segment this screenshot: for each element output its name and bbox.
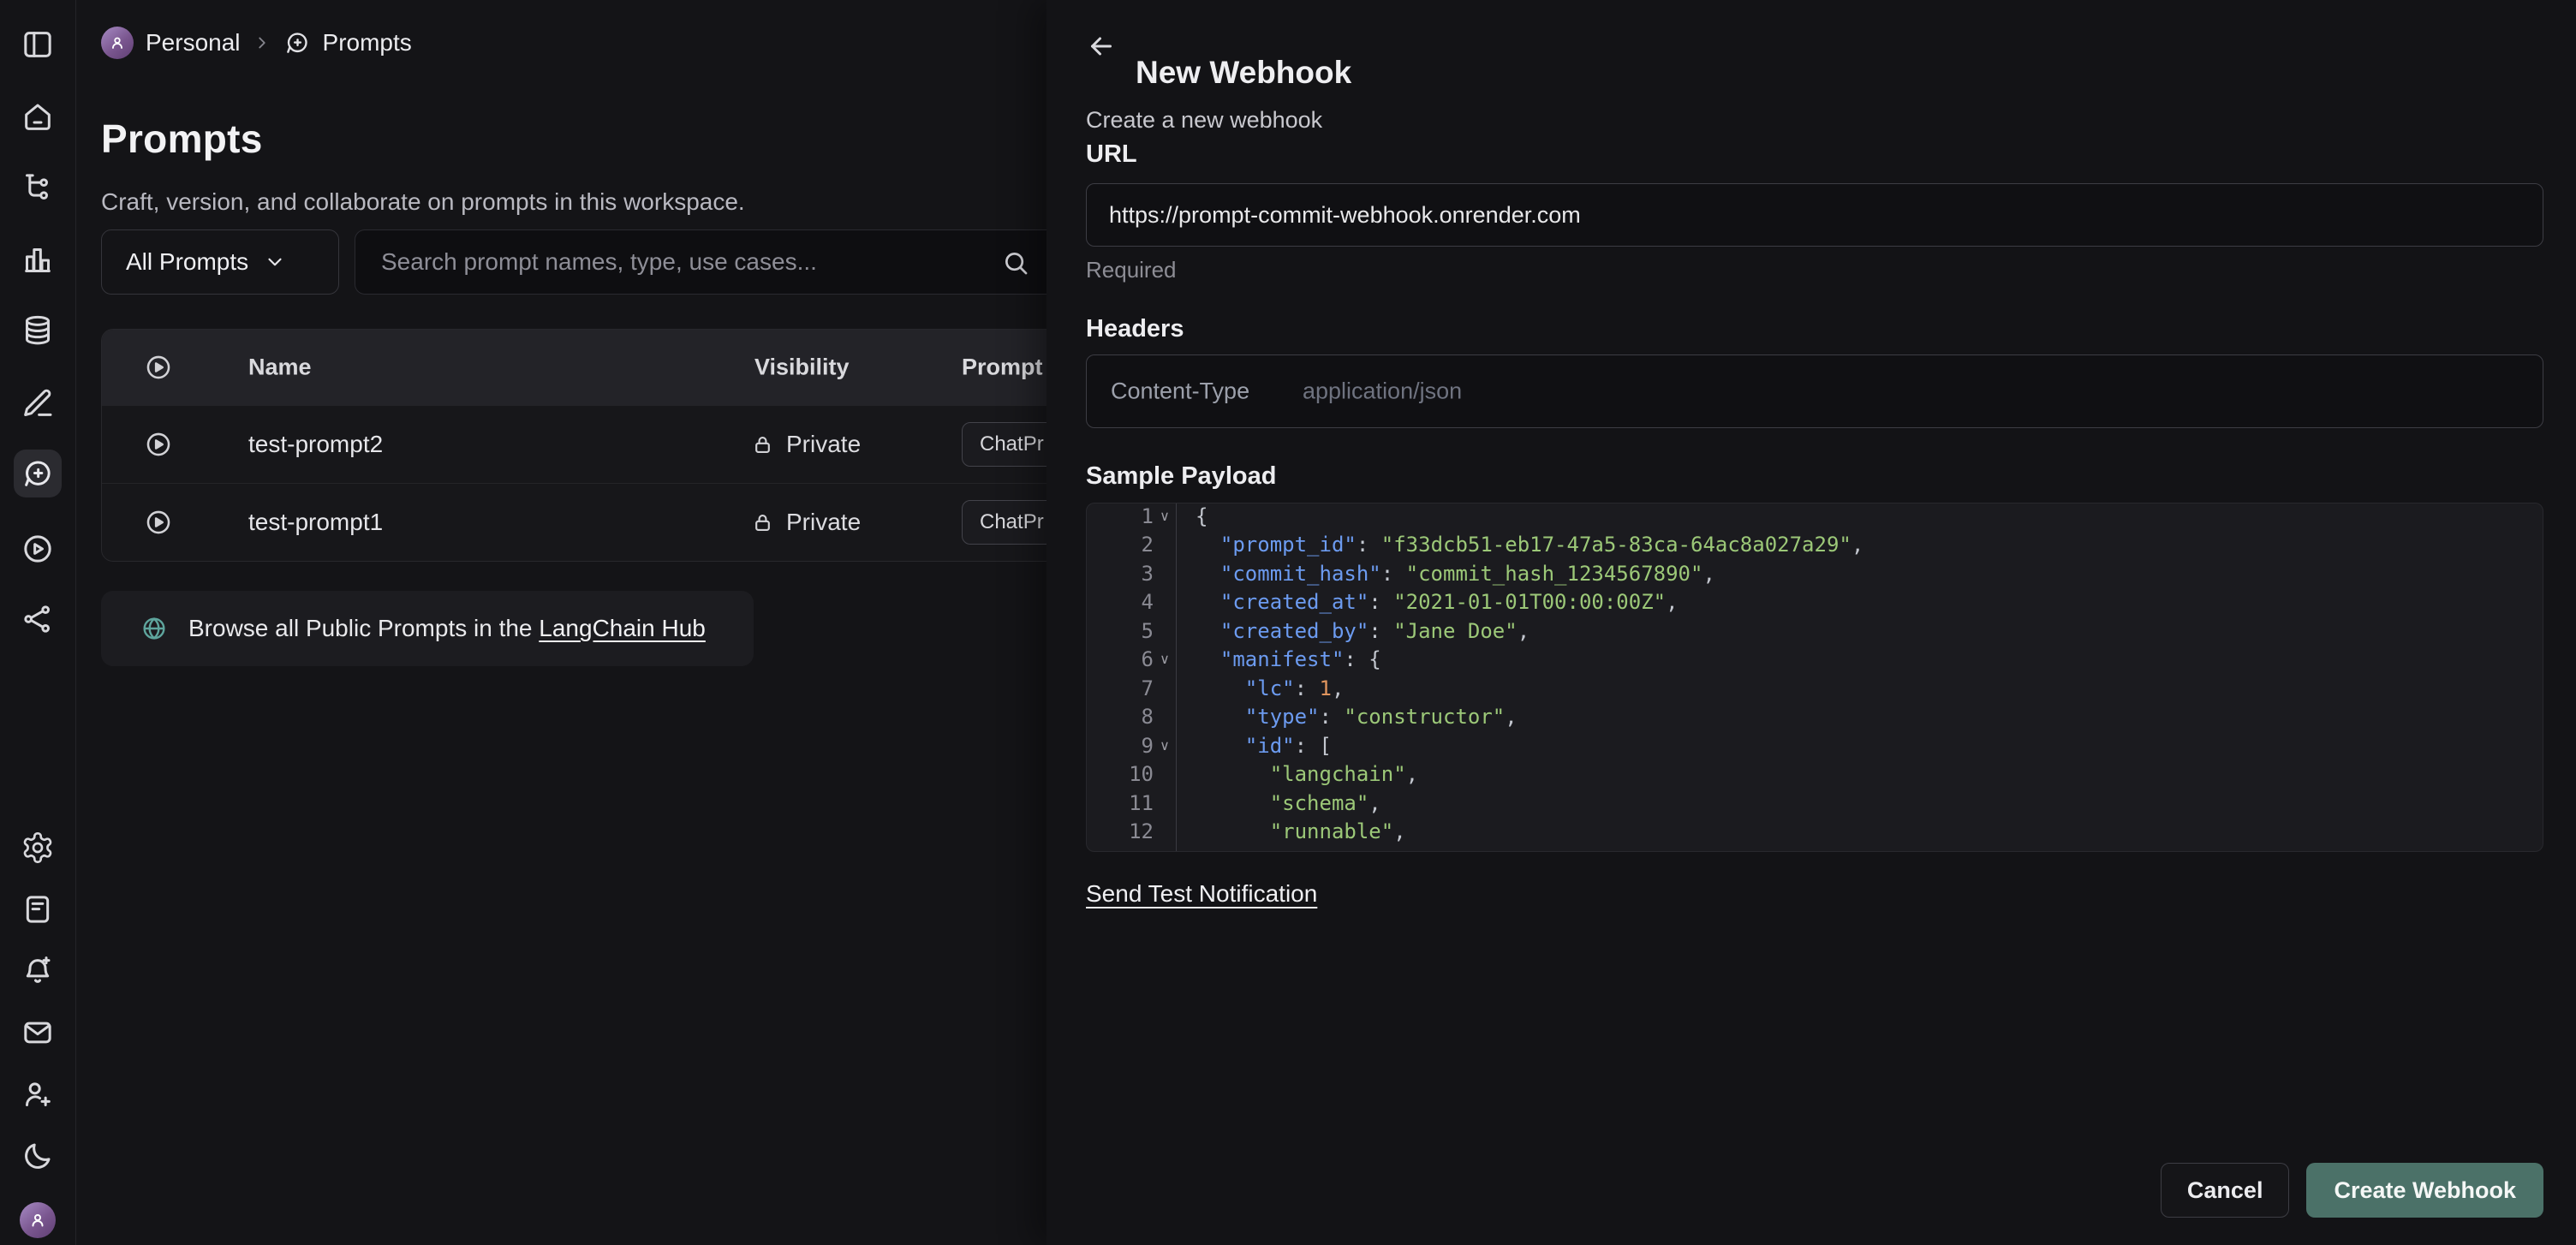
- page-title: Prompts: [101, 116, 263, 162]
- code-line: 10 "langchain",: [1087, 760, 2543, 789]
- headers-label: Headers: [1086, 315, 1184, 343]
- payload-editor[interactable]: 1∨{2 "prompt_id": "f33dcb51-eb17-47a5-83…: [1086, 503, 2543, 852]
- prompts-table-rows: test-prompt2 Private ChatPr test-prompt1 Pri…: [102, 405, 1046, 561]
- home-icon[interactable]: [21, 100, 55, 134]
- header-key-placeholder[interactable]: Content-Type: [1111, 378, 1249, 405]
- monitoring-chart-icon[interactable]: [21, 243, 55, 277]
- prompt-visibility: Private: [751, 431, 861, 458]
- page-subtitle: Craft, version, and collaborate on promp…: [101, 188, 745, 216]
- url-input[interactable]: [1087, 184, 2543, 246]
- header-value-placeholder[interactable]: application/json: [1303, 378, 1462, 405]
- table-row[interactable]: test-prompt1 Private ChatPr: [102, 483, 1046, 561]
- code-line: 6∨ "manifest": {: [1087, 646, 2543, 675]
- app-root: Personal Prompts Prompts Craft, version,…: [0, 0, 2576, 1245]
- prompt-name[interactable]: test-prompt2: [248, 431, 383, 458]
- sidebar: [0, 0, 76, 1245]
- prompt-visibility: Private: [751, 509, 861, 536]
- table-header: Name Visibility Prompt: [102, 330, 1046, 405]
- tracing-tree-icon[interactable]: [21, 170, 55, 205]
- url-field: [1086, 183, 2543, 247]
- row-play-icon[interactable]: [144, 508, 173, 537]
- globe-icon: [140, 615, 168, 642]
- search-icon: [1001, 248, 1030, 277]
- hub-banner: Browse all Public Prompts in the LangCha…: [101, 591, 754, 666]
- headers-field[interactable]: Content-Type application/json: [1086, 354, 2543, 428]
- invite-user-plus-icon[interactable]: [21, 1077, 55, 1111]
- panel-toggle-icon[interactable]: [21, 27, 55, 62]
- breadcrumb-page[interactable]: Prompts: [323, 29, 412, 57]
- send-test-notification-link[interactable]: Send Test Notification: [1086, 880, 1317, 908]
- breadcrumb: Personal Prompts: [101, 24, 412, 62]
- code-line: 12 "runnable",: [1087, 818, 2543, 847]
- notifications-bell-plus-icon[interactable]: [21, 954, 55, 988]
- lock-icon: [751, 511, 774, 534]
- table-row[interactable]: test-prompt2 Private ChatPr: [102, 405, 1046, 483]
- column-header-prompt-type[interactable]: Prompt: [962, 354, 1043, 381]
- code-line: 11 "schema",: [1087, 789, 2543, 818]
- search-input[interactable]: [355, 230, 1032, 294]
- breadcrumb-workspace[interactable]: Personal: [146, 29, 241, 57]
- prompts-filter-dropdown[interactable]: All Prompts: [101, 229, 339, 295]
- filter-label: All Prompts: [126, 248, 248, 276]
- form-actions: Cancel Create Webhook: [2161, 1163, 2543, 1218]
- back-arrow-icon[interactable]: [1084, 29, 1118, 63]
- code-line: 9∨ "id": [: [1087, 731, 2543, 760]
- hub-banner-text: Browse all Public Prompts in the LangCha…: [188, 615, 706, 642]
- code-line: 7 "lc": 1,: [1087, 674, 2543, 703]
- code-line: 13 "RunnableSequence",: [1087, 846, 2543, 852]
- create-webhook-button[interactable]: Create Webhook: [2306, 1163, 2543, 1218]
- prompts-message-plus-icon[interactable]: [14, 450, 62, 497]
- playground-play-icon[interactable]: [21, 532, 55, 566]
- cancel-button[interactable]: Cancel: [2161, 1163, 2290, 1218]
- prompt-type-badge: ChatPr: [962, 500, 1046, 545]
- langchain-hub-link[interactable]: LangChain Hub: [539, 615, 706, 641]
- chevron-right-icon: [253, 33, 271, 52]
- new-webhook-panel: New Webhook Create a new webhook URL Req…: [1046, 0, 2576, 1245]
- user-avatar[interactable]: [20, 1202, 56, 1238]
- prompts-table: Name Visibility Prompt test-prompt2 Priva…: [101, 329, 1046, 562]
- sample-payload-label: Sample Payload: [1086, 462, 1276, 491]
- code-line: 4 "created_at": "2021-01-01T00:00:00Z",: [1087, 588, 2543, 617]
- datasets-database-icon[interactable]: [21, 313, 55, 348]
- url-required-helper: Required: [1086, 257, 1177, 283]
- chevron-down-icon: [264, 251, 286, 273]
- docs-file-icon[interactable]: [21, 892, 55, 926]
- fold-chevron-icon[interactable]: ∨: [1154, 737, 1176, 754]
- prompts-search: [355, 229, 1046, 295]
- code-line: 2 "prompt_id": "f33dcb51-eb17-47a5-83ca-…: [1087, 531, 2543, 560]
- code-line: 8 "type": "constructor",: [1087, 703, 2543, 732]
- prompt-type-badge: ChatPr: [962, 422, 1046, 467]
- header-play-icon: [144, 353, 173, 382]
- column-header-visibility[interactable]: Visibility: [754, 354, 850, 381]
- url-label: URL: [1086, 140, 1137, 169]
- mail-icon[interactable]: [21, 1016, 55, 1050]
- settings-gear-icon[interactable]: [21, 831, 55, 865]
- fold-chevron-icon[interactable]: ∨: [1154, 651, 1176, 668]
- prompts-crumb-icon: [283, 29, 311, 57]
- annotations-pencil-icon[interactable]: [21, 386, 55, 420]
- row-play-icon[interactable]: [144, 430, 173, 459]
- lock-icon: [751, 433, 774, 456]
- dark-mode-moon-icon[interactable]: [21, 1139, 55, 1173]
- webhook-title: New Webhook: [1136, 55, 1351, 91]
- code-line: 3 "commit_hash": "commit_hash_1234567890…: [1087, 559, 2543, 588]
- prompts-panel: Personal Prompts Prompts Craft, version,…: [75, 0, 1046, 1245]
- fold-chevron-icon[interactable]: ∨: [1154, 508, 1176, 525]
- workspace-avatar[interactable]: [101, 27, 134, 59]
- code-line: 5 "created_by": "Jane Doe",: [1087, 617, 2543, 646]
- code-line: 1∨{: [1087, 503, 2543, 531]
- webhook-subtitle: Create a new webhook: [1086, 107, 1322, 134]
- payload-editor-lines: 1∨{2 "prompt_id": "f33dcb51-eb17-47a5-83…: [1087, 503, 2543, 852]
- column-header-name[interactable]: Name: [248, 354, 312, 381]
- graph-share-icon[interactable]: [21, 602, 55, 636]
- prompt-name[interactable]: test-prompt1: [248, 509, 383, 536]
